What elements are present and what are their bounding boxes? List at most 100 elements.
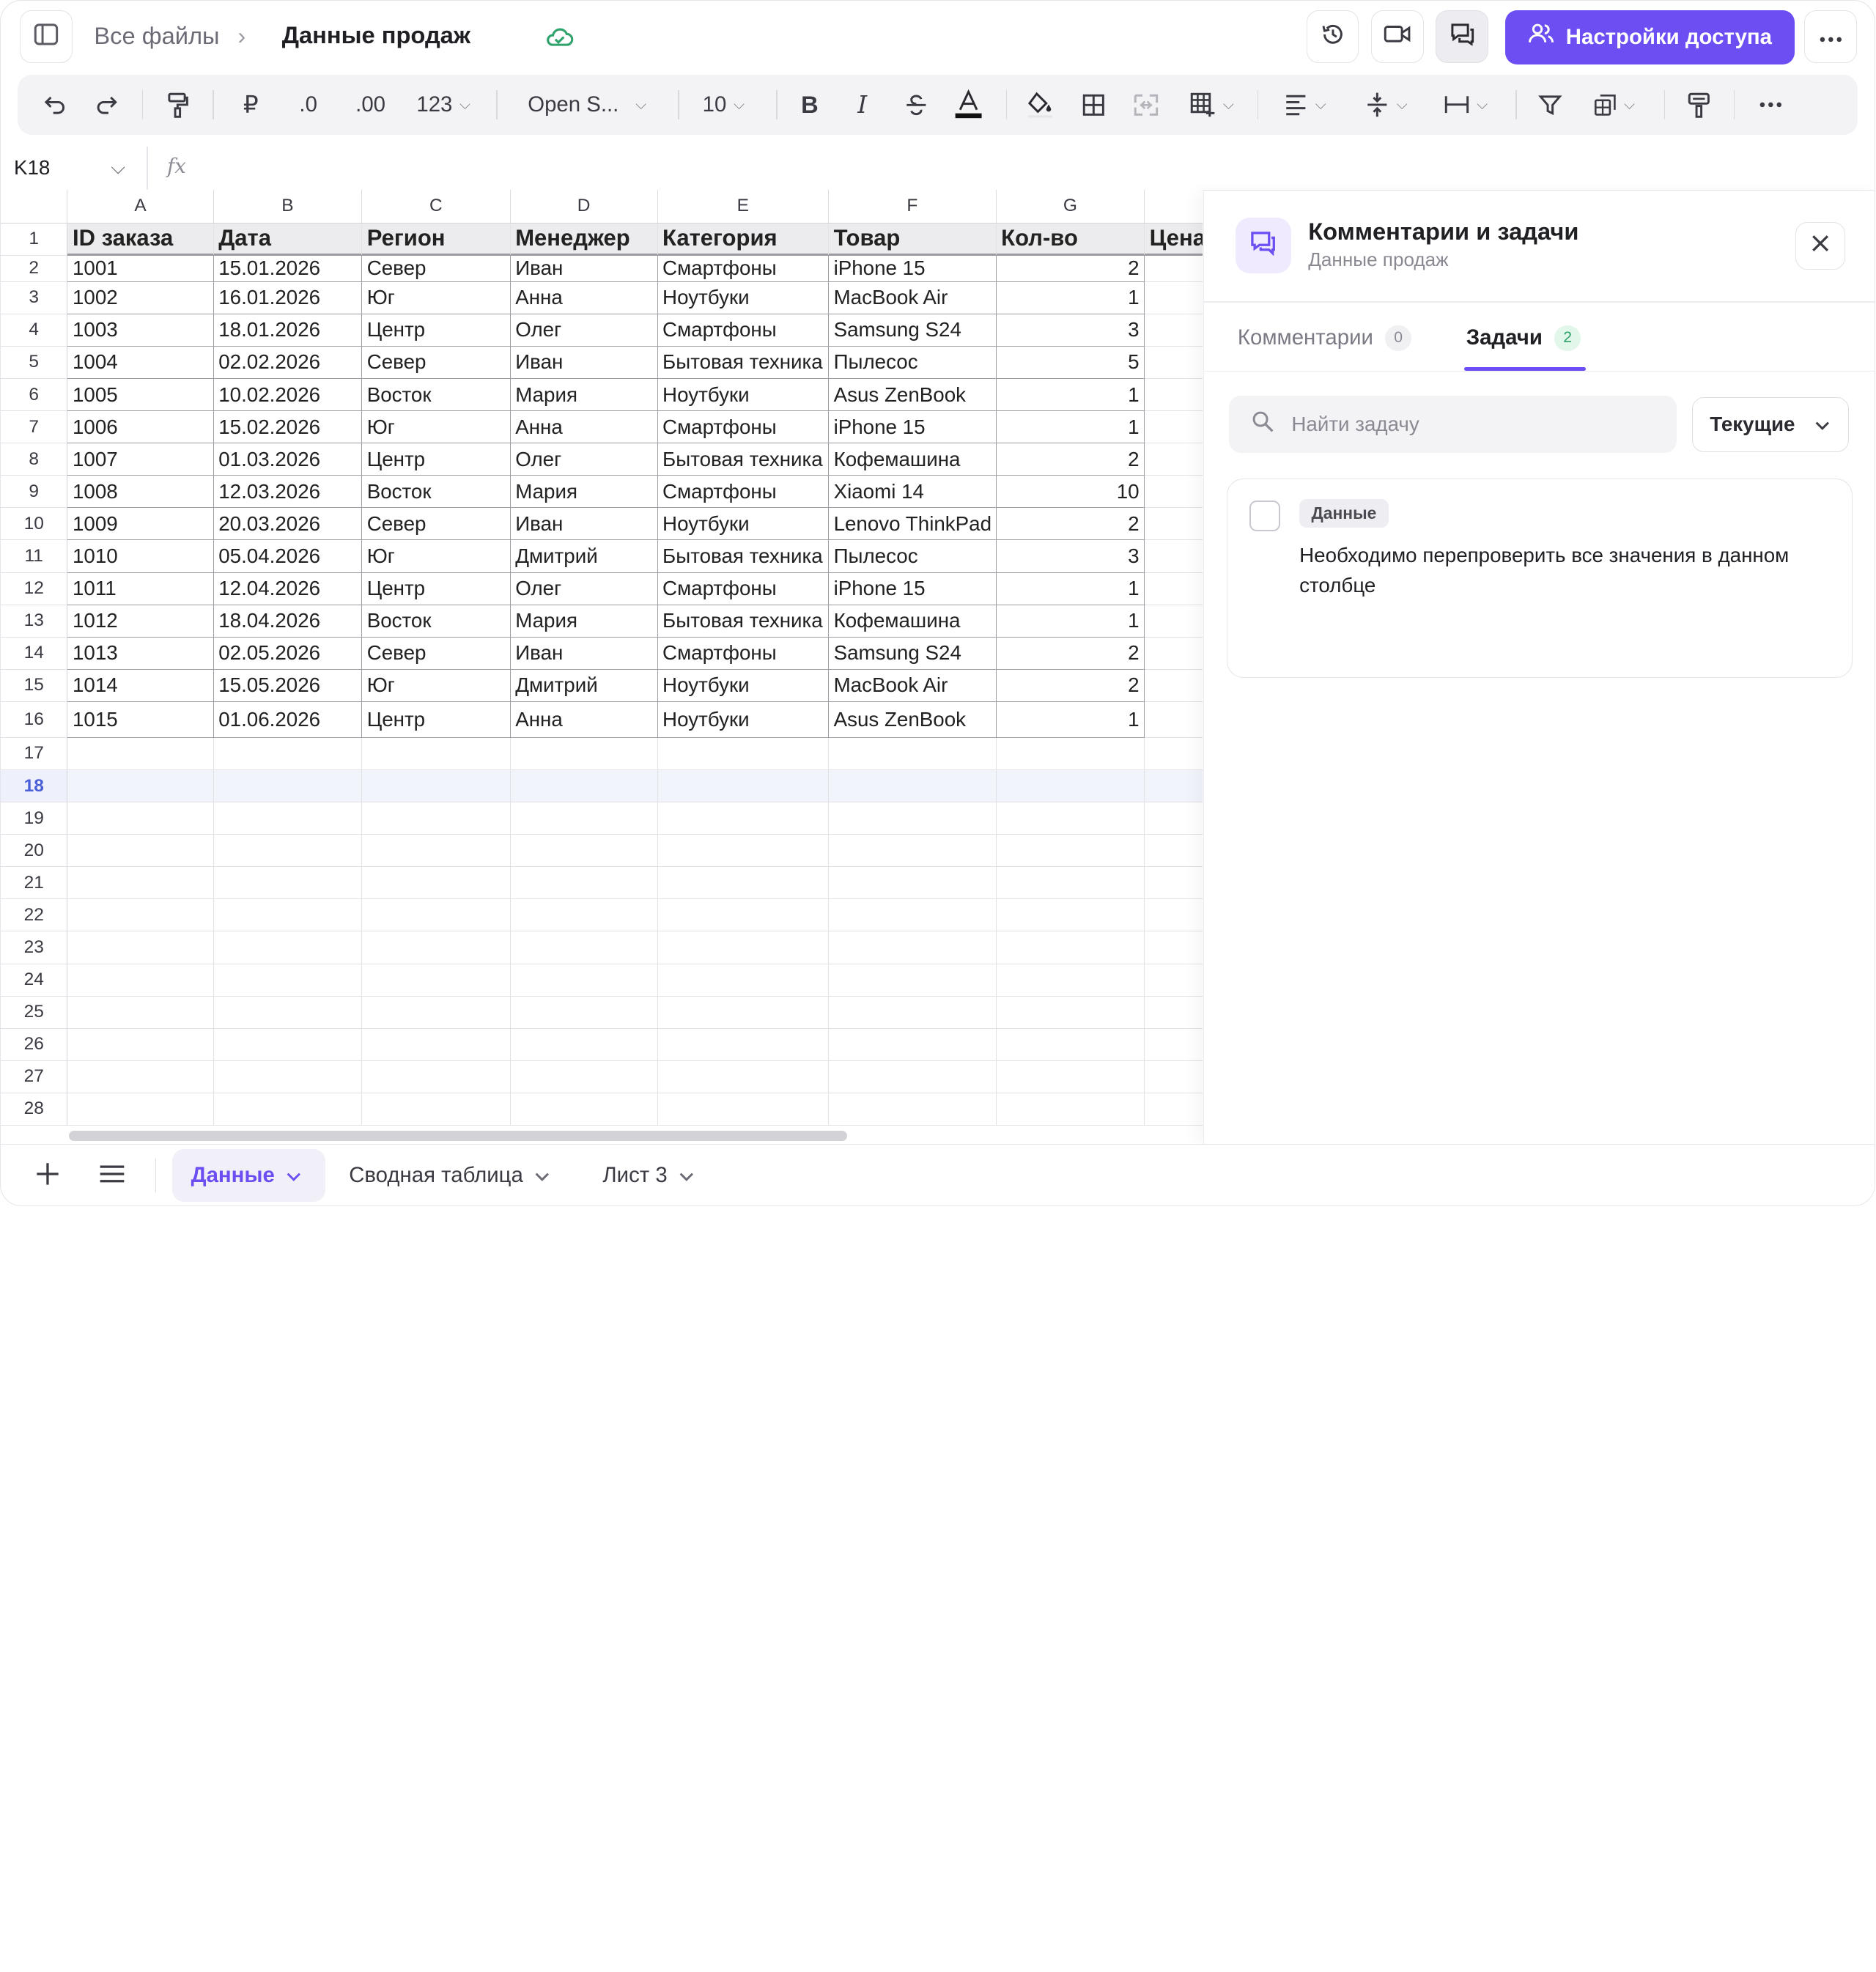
table-cell[interactable] xyxy=(213,867,363,900)
table-cell[interactable] xyxy=(67,899,214,932)
table-cell[interactable]: Кофемашина xyxy=(829,443,997,476)
table-cell[interactable] xyxy=(829,867,997,900)
table-cell[interactable] xyxy=(1145,476,1203,509)
table-cell[interactable] xyxy=(510,1028,658,1061)
row-header[interactable]: 1 xyxy=(1,223,68,256)
table-cell[interactable]: Восток xyxy=(362,605,511,638)
table-cell[interactable] xyxy=(657,1028,830,1061)
table-cell[interactable]: Олег xyxy=(510,443,658,476)
sheet-tab-data[interactable]: Данные xyxy=(171,1149,325,1202)
cell-reference-box[interactable]: K18 xyxy=(14,156,50,180)
table-cell[interactable] xyxy=(213,802,363,835)
table-cell[interactable]: Ноутбуки xyxy=(657,701,830,738)
table-cell[interactable] xyxy=(996,899,1145,932)
row-header[interactable]: 22 xyxy=(1,899,68,932)
table-cell[interactable] xyxy=(1145,899,1203,932)
table-cell[interactable] xyxy=(67,770,214,803)
table-cell[interactable] xyxy=(829,1028,997,1061)
table-cell[interactable]: Samsung S24 xyxy=(829,637,997,670)
table-cell[interactable]: Дмитрий xyxy=(510,540,658,573)
video-call-button[interactable] xyxy=(1370,10,1424,63)
table-cell[interactable] xyxy=(657,899,830,932)
table-cell[interactable]: Ноутбуки xyxy=(657,281,830,314)
text-color-button[interactable] xyxy=(953,75,984,135)
table-cell[interactable]: Центр xyxy=(362,572,511,605)
table-cell[interactable] xyxy=(996,1028,1145,1061)
table-cell[interactable] xyxy=(1145,508,1203,541)
redo-button[interactable] xyxy=(92,75,122,135)
table-cell[interactable]: 2 xyxy=(996,508,1145,541)
table-cell[interactable]: 1012 xyxy=(67,605,214,638)
table-cell[interactable] xyxy=(213,835,363,868)
table-cell[interactable]: 1001 xyxy=(67,255,214,282)
table-cell[interactable] xyxy=(829,899,997,932)
table-cell[interactable]: 15.05.2026 xyxy=(213,669,363,702)
table-cell[interactable] xyxy=(657,964,830,997)
column-width-dropdown[interactable]: ⌵ xyxy=(1437,75,1494,135)
table-cell[interactable]: Ноутбуки xyxy=(657,669,830,702)
table-cell[interactable]: 1004 xyxy=(67,346,214,379)
table-cell[interactable] xyxy=(1145,347,1203,379)
table-cell[interactable]: Мария xyxy=(510,476,658,509)
sheet-list-icon[interactable] xyxy=(99,1161,125,1192)
table-cell[interactable]: Центр xyxy=(362,314,511,347)
table-cell[interactable]: Смартфоны xyxy=(657,314,830,347)
table-cell[interactable] xyxy=(362,770,511,803)
table-cell[interactable]: Asus ZenBook xyxy=(829,701,997,738)
column-title-cell[interactable]: ID заказа xyxy=(67,223,214,256)
table-cell[interactable] xyxy=(829,1093,997,1126)
table-cell[interactable] xyxy=(510,867,658,900)
table-cell[interactable]: Анна xyxy=(510,281,658,314)
toolbar-more-button[interactable] xyxy=(1755,75,1786,135)
table-cell[interactable]: Ноутбуки xyxy=(657,379,830,412)
table-cell[interactable]: 1010 xyxy=(67,540,214,573)
row-header[interactable]: 14 xyxy=(1,637,68,670)
row-header[interactable]: 25 xyxy=(1,996,68,1029)
table-cell[interactable]: Бытовая техника xyxy=(657,443,830,476)
font-size-dropdown[interactable]: 10 ⌵ xyxy=(697,75,750,135)
table-cell[interactable] xyxy=(1145,670,1203,702)
currency-format-button[interactable]: ₽ xyxy=(235,75,266,135)
table-cell[interactable] xyxy=(362,1093,511,1126)
table-cell[interactable]: Бытовая техника xyxy=(657,605,830,638)
table-cell[interactable] xyxy=(1145,835,1203,868)
close-panel-button[interactable] xyxy=(1795,222,1846,270)
tab-comments[interactable]: Комментарии 0 xyxy=(1238,325,1412,352)
table-cell[interactable]: MacBook Air xyxy=(829,669,997,702)
table-cell[interactable] xyxy=(1145,770,1203,803)
table-cell[interactable] xyxy=(829,996,997,1029)
table-cell[interactable]: iPhone 15 xyxy=(829,411,997,444)
table-cell[interactable]: 10 xyxy=(996,476,1145,509)
share-settings-button[interactable]: Настройки доступа xyxy=(1504,10,1795,64)
table-cell[interactable]: Дмитрий xyxy=(510,669,658,702)
column-title-cell[interactable]: Категория xyxy=(657,223,830,256)
table-cell[interactable]: 2 xyxy=(996,443,1145,476)
table-cell[interactable] xyxy=(213,1060,363,1093)
chevron-down-icon[interactable]: ⌵ xyxy=(111,156,125,180)
table-cell[interactable] xyxy=(213,1028,363,1061)
conditional-format-dropdown[interactable]: ⌵ xyxy=(1585,75,1642,135)
table-cell[interactable]: Смартфоны xyxy=(657,476,830,509)
table-cell[interactable] xyxy=(996,964,1145,997)
table-cell[interactable]: Восток xyxy=(362,476,511,509)
row-header[interactable]: 11 xyxy=(1,540,68,573)
table-cell[interactable]: Asus ZenBook xyxy=(829,379,997,412)
table-cell[interactable] xyxy=(996,996,1145,1029)
column-header-f[interactable]: F xyxy=(829,190,997,224)
comments-button[interactable] xyxy=(1435,10,1488,63)
table-cell[interactable] xyxy=(362,737,511,770)
table-cell[interactable]: 1 xyxy=(996,701,1145,738)
table-cell[interactable] xyxy=(829,802,997,835)
table-cell[interactable]: 20.03.2026 xyxy=(213,508,363,541)
table-cell[interactable]: 1 xyxy=(996,281,1145,314)
table-insert-dropdown[interactable]: ⌵ xyxy=(1181,75,1243,135)
column-title-cell[interactable]: Менеджер xyxy=(510,223,658,256)
table-cell[interactable] xyxy=(510,1093,658,1126)
table-cell[interactable]: Samsung S24 xyxy=(829,314,997,347)
table-cell[interactable] xyxy=(657,770,830,803)
table-cell[interactable]: 18.04.2026 xyxy=(213,605,363,638)
tab-tasks[interactable]: Задачи 2 xyxy=(1466,325,1581,352)
table-cell[interactable] xyxy=(657,931,830,964)
italic-button[interactable]: I xyxy=(848,75,876,135)
more-options-button[interactable] xyxy=(1803,10,1857,63)
